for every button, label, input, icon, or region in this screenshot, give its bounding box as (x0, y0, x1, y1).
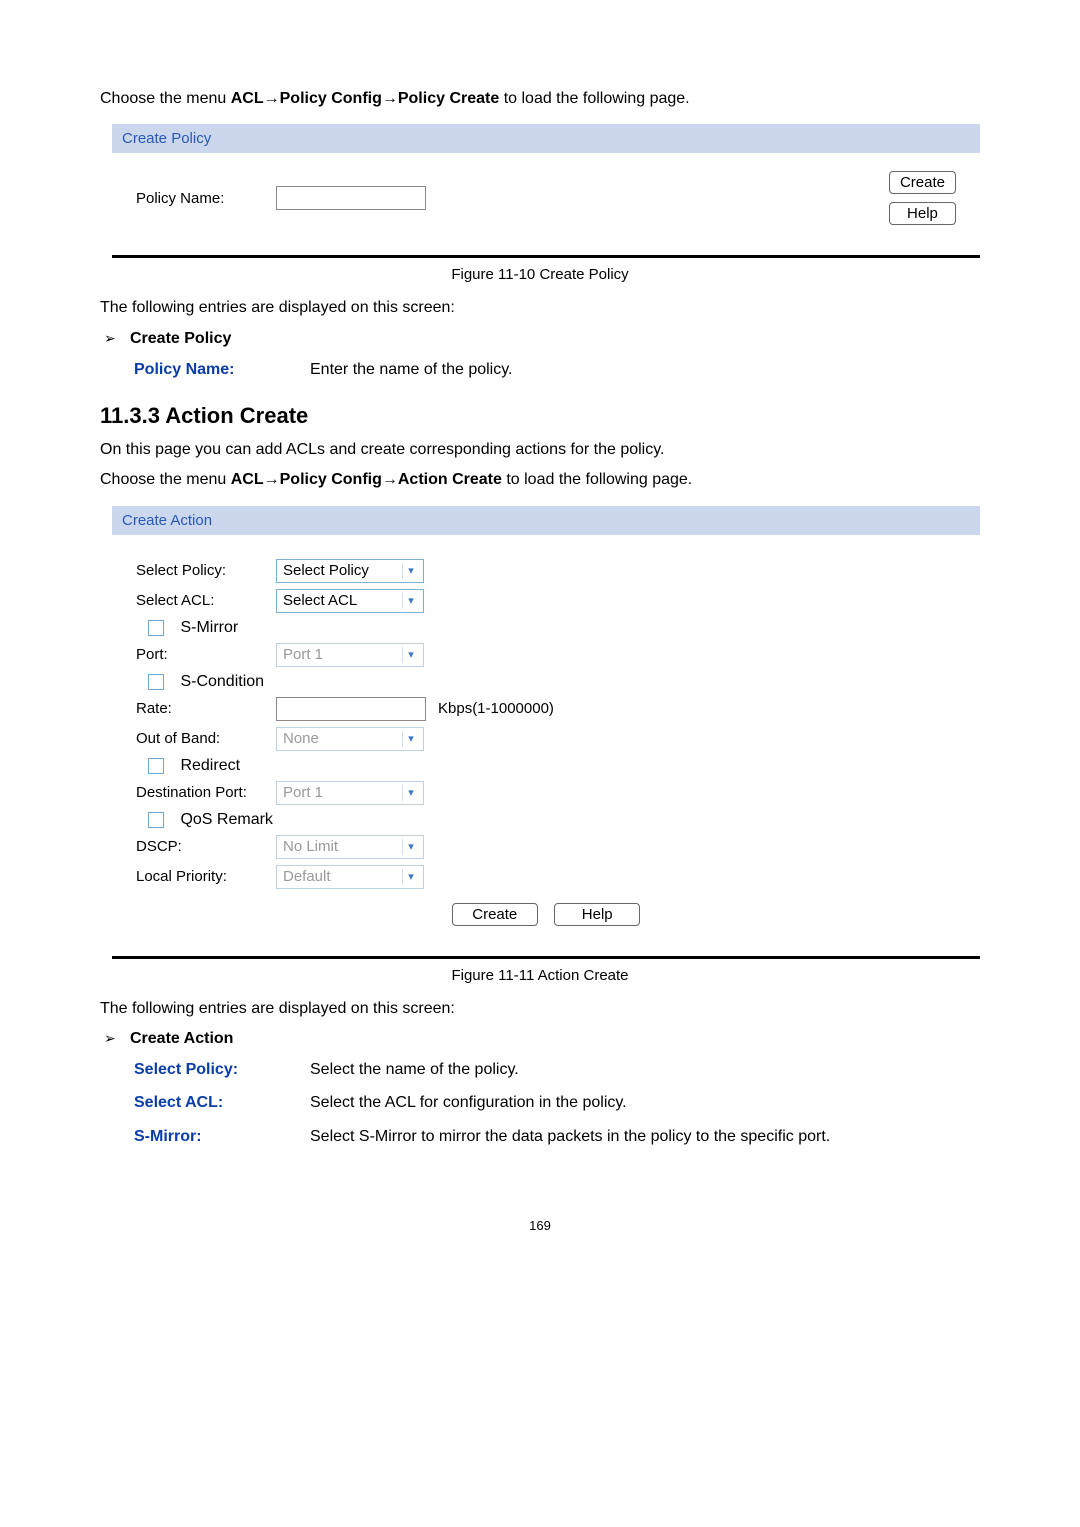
qos-remark-checkbox[interactable] (148, 812, 164, 828)
select-acl-dropdown[interactable]: Select ACL ▾ (276, 589, 424, 613)
select-value: None (283, 730, 319, 747)
redirect-checkbox[interactable] (148, 758, 164, 774)
select-policy-label: Select Policy: (136, 562, 276, 579)
policy-name-label: Policy Name: (136, 190, 276, 207)
text: Choose the menu (100, 471, 231, 488)
destination-port-dropdown[interactable]: Port 1 ▾ (276, 781, 424, 805)
triangle-right-icon: ➢ (104, 1030, 130, 1047)
destination-port-label: Destination Port: (136, 784, 276, 801)
def-term: Policy Name: (134, 358, 310, 381)
select-value: Select Policy (283, 562, 369, 579)
chevron-down-icon: ▾ (402, 647, 419, 663)
chevron-down-icon: ▾ (402, 785, 419, 801)
figure-caption: Figure 11-10 Create Policy (100, 266, 980, 283)
figure-caption: Figure 11-11 Action Create (100, 967, 980, 984)
chevron-down-icon: ▾ (402, 563, 419, 579)
text: Choose the menu (100, 90, 231, 107)
entries-text: The following entries are displayed on t… (100, 998, 980, 1020)
def-desc: Select the name of the policy. (310, 1058, 980, 1081)
chevron-down-icon: ▾ (402, 593, 419, 609)
local-priority-label: Local Priority: (136, 868, 276, 885)
create-action-panel: Create Action Select Policy: Select Poli… (112, 506, 980, 944)
policy-name-input[interactable] (276, 186, 426, 210)
redirect-label: Redirect (180, 757, 240, 774)
intro-policy-create: Choose the menu ACL→Policy Config→Policy… (100, 88, 980, 110)
menu-path: ACL→Policy Config→Policy Create (231, 90, 500, 107)
def-desc: Select the ACL for configuration in the … (310, 1091, 980, 1114)
bullet-create-policy: ➢ Create Policy (104, 330, 980, 348)
def-desc: Select S-Mirror to mirror the data packe… (310, 1125, 980, 1148)
bullet-create-action: ➢ Create Action (104, 1030, 980, 1048)
action-intro: On this page you can add ACLs and create… (100, 439, 980, 461)
create-button[interactable]: Create (889, 171, 956, 194)
def-term: Select ACL: (134, 1091, 310, 1114)
intro-action-create: Choose the menu ACL→Policy Config→Action… (100, 469, 980, 491)
smirror-checkbox[interactable] (148, 620, 164, 636)
smirror-label: S-Mirror (180, 619, 238, 636)
scondition-label: S-Condition (180, 673, 264, 690)
chevron-down-icon: ▾ (402, 869, 419, 885)
bullet-label: Create Policy (130, 330, 231, 348)
def-s-mirror: S-Mirror: Select S-Mirror to mirror the … (134, 1125, 980, 1148)
panel-title: Create Action (112, 506, 980, 535)
panel-title: Create Policy (112, 124, 980, 153)
def-policy-name: Policy Name: Enter the name of the polic… (134, 358, 980, 381)
out-of-band-dropdown[interactable]: None ▾ (276, 727, 424, 751)
rate-label: Rate: (136, 700, 276, 717)
select-value: Default (283, 868, 331, 885)
rate-unit: Kbps(1-1000000) (438, 700, 554, 717)
triangle-right-icon: ➢ (104, 330, 130, 347)
bullet-label: Create Action (130, 1030, 233, 1048)
def-desc: Enter the name of the policy. (310, 358, 980, 381)
qos-remark-label: QoS Remark (180, 811, 272, 828)
port-dropdown[interactable]: Port 1 ▾ (276, 643, 424, 667)
def-term: Select Policy: (134, 1058, 310, 1081)
select-value: Select ACL (283, 592, 357, 609)
divider (112, 255, 980, 258)
scondition-checkbox[interactable] (148, 674, 164, 690)
entries-text: The following entries are displayed on t… (100, 297, 980, 319)
select-policy-dropdown[interactable]: Select Policy ▾ (276, 559, 424, 583)
select-acl-label: Select ACL: (136, 592, 276, 609)
local-priority-dropdown[interactable]: Default ▾ (276, 865, 424, 889)
dscp-label: DSCP: (136, 838, 276, 855)
chevron-down-icon: ▾ (402, 839, 419, 855)
out-of-band-label: Out of Band: (136, 730, 276, 747)
help-button[interactable]: Help (889, 202, 956, 225)
text: to load the following page. (502, 471, 692, 488)
def-select-policy: Select Policy: Select the name of the po… (134, 1058, 980, 1081)
select-value: Port 1 (283, 784, 323, 801)
divider (112, 956, 980, 959)
create-policy-panel: Create Policy Policy Name: Create Help (112, 124, 980, 243)
section-heading-action-create: 11.3.3 Action Create (100, 403, 980, 429)
dscp-dropdown[interactable]: No Limit ▾ (276, 835, 424, 859)
help-button[interactable]: Help (554, 903, 640, 926)
create-button[interactable]: Create (452, 903, 538, 926)
text: to load the following page. (499, 90, 689, 107)
port-label: Port: (136, 646, 276, 663)
page-number: 169 (100, 1218, 980, 1233)
rate-input[interactable] (276, 697, 426, 721)
chevron-down-icon: ▾ (402, 731, 419, 747)
select-value: Port 1 (283, 646, 323, 663)
def-select-acl: Select ACL: Select the ACL for configura… (134, 1091, 980, 1114)
select-value: No Limit (283, 838, 338, 855)
menu-path: ACL→Policy Config→Action Create (231, 471, 502, 488)
def-term: S-Mirror: (134, 1125, 310, 1148)
